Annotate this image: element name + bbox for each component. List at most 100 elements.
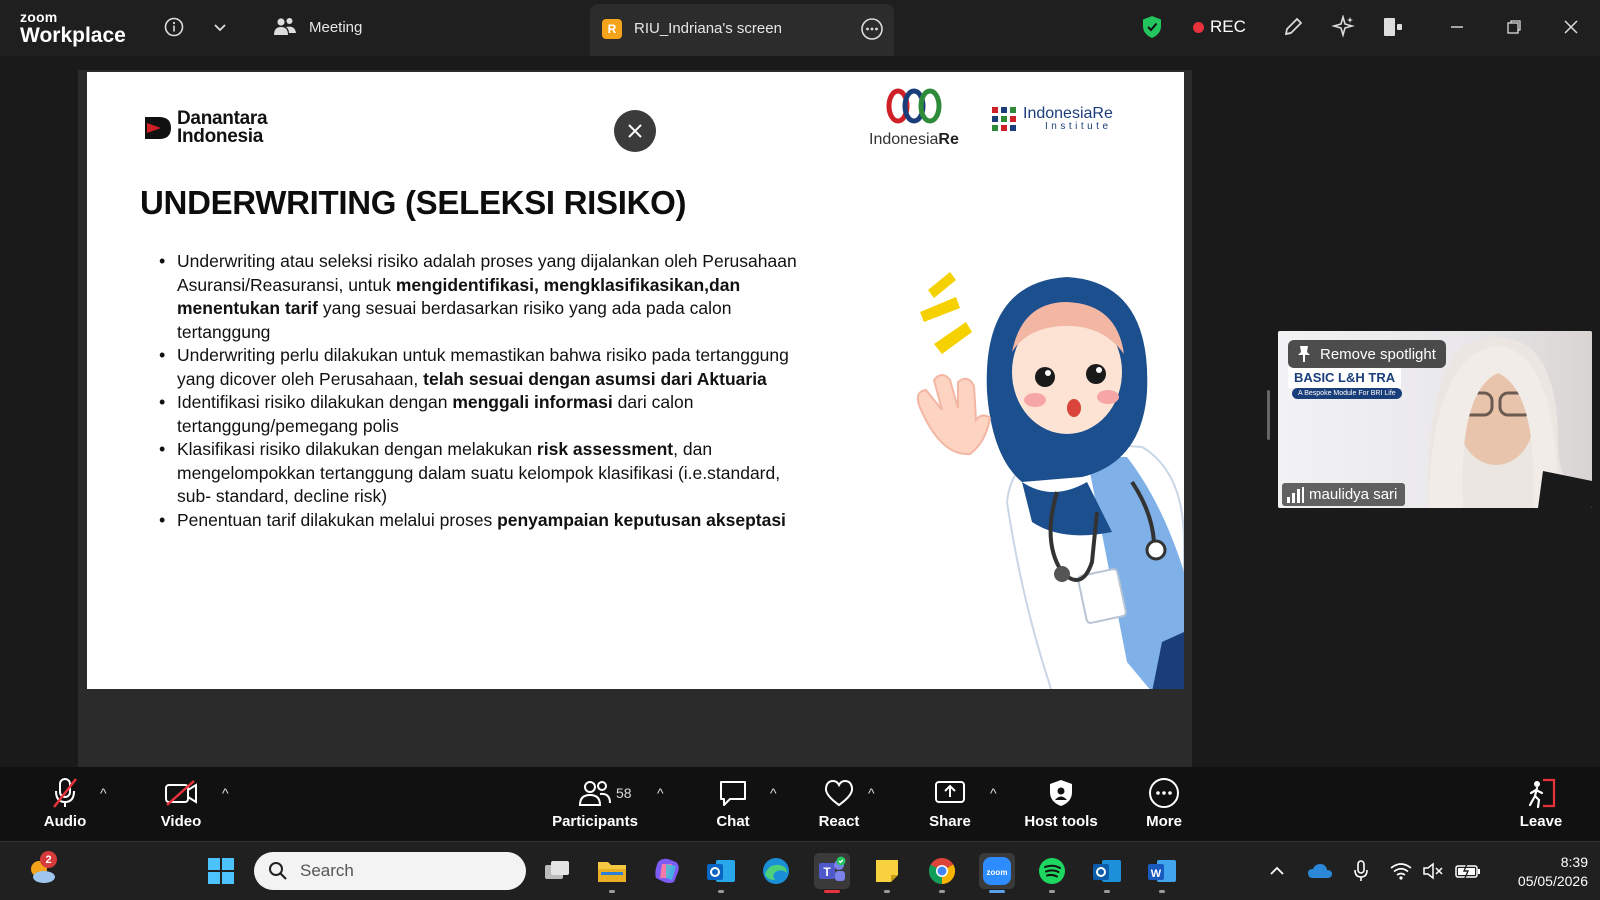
minimize-icon[interactable] — [1444, 14, 1470, 40]
zoom-titlebar: zoom Workplace Meeting R RIU_Indriana's … — [0, 0, 1600, 56]
participants-icon — [578, 777, 612, 809]
outlook-new-icon[interactable] — [1089, 853, 1125, 893]
wifi-icon[interactable] — [1387, 853, 1415, 889]
running-indicator — [1049, 890, 1055, 893]
muted-mic-icon — [51, 777, 79, 809]
chat-label: Chat — [716, 813, 750, 830]
danantara-logo: Danantara Indonesia — [143, 109, 268, 148]
leave-button[interactable]: Leave — [1493, 777, 1589, 830]
brand-small-text: zoom — [20, 9, 58, 25]
running-indicator — [1104, 890, 1110, 893]
zoom-app-icon[interactable]: zoom — [979, 853, 1015, 893]
teams-icon[interactable]: T — [814, 853, 850, 893]
microphone-icon[interactable] — [1348, 853, 1374, 889]
spotify-icon[interactable] — [1034, 853, 1070, 893]
more-options-icon[interactable] — [860, 17, 884, 46]
sharer-avatar-badge: R — [602, 19, 622, 39]
sticky-notes-icon[interactable] — [869, 853, 905, 893]
audio-label: Audio — [43, 813, 87, 830]
onedrive-cloud-icon[interactable] — [1305, 853, 1335, 889]
video-banner-subtitle: A Bespoke Module For BRI Life — [1292, 388, 1402, 399]
participant-video-tile[interactable]: BASIC L&H TRA A Bespoke Module For BRI L… — [1278, 331, 1592, 508]
shared-screen-name: RIU_Indriana's screen — [634, 20, 782, 37]
volume-muted-icon[interactable] — [1419, 853, 1447, 889]
close-icon[interactable] — [614, 110, 656, 152]
share-screen-icon — [934, 777, 966, 809]
meeting-people-icon[interactable] — [272, 14, 298, 40]
host-tools-button[interactable]: Host tools — [1016, 777, 1106, 830]
word-icon[interactable]: W — [1144, 853, 1180, 893]
view-layout-icon[interactable] — [1380, 14, 1406, 40]
search-icon — [269, 862, 287, 880]
meeting-tab-label[interactable]: Meeting — [309, 19, 362, 36]
share-button[interactable]: Share — [905, 777, 995, 830]
recording-indicator[interactable]: REC — [1193, 17, 1246, 37]
task-view-icon[interactable] — [539, 853, 575, 889]
copilot-icon[interactable] — [649, 853, 685, 889]
running-indicator — [989, 890, 1005, 893]
slide-title: UNDERWRITING (SELEKSI RISIKO) — [140, 184, 687, 221]
windows-taskbar: 2 Search T zoom W 8:39 05/05/2026 — [0, 841, 1600, 900]
more-dots-icon — [1148, 777, 1180, 809]
annotate-pencil-icon[interactable] — [1280, 14, 1306, 40]
panel-resize-handle[interactable] — [1267, 390, 1270, 440]
windows-start-icon[interactable] — [203, 853, 239, 889]
running-indicator — [939, 890, 945, 893]
outlook-icon[interactable] — [703, 853, 739, 893]
audio-options-caret-icon[interactable]: ^ — [100, 785, 107, 801]
running-indicator — [824, 890, 840, 893]
file-explorer-icon[interactable] — [594, 853, 630, 893]
chrome-icon[interactable] — [924, 853, 960, 893]
react-options-caret-icon[interactable]: ^ — [868, 785, 875, 801]
participant-name-tag: maulidya sari — [1282, 483, 1406, 506]
svg-text:zoom: zoom — [987, 868, 1008, 877]
indonesia-re-rings-icon — [886, 88, 942, 124]
presentation-slide: Danantara Indonesia IndonesiaRe Indonesi… — [87, 72, 1184, 689]
share-label: Share — [929, 813, 971, 830]
participant-name: maulidya sari — [1309, 486, 1398, 503]
share-options-caret-icon[interactable]: ^ — [990, 785, 997, 801]
battery-charging-icon[interactable] — [1452, 853, 1484, 889]
rec-label: REC — [1210, 17, 1246, 36]
running-indicator — [1159, 890, 1165, 893]
close-window-icon[interactable] — [1558, 14, 1584, 40]
meeting-controls-bar: Audio ^ Video ^ Participants 58 ^ Chat ^… — [0, 767, 1600, 841]
danantara-line2: Indonesia — [177, 126, 263, 148]
participants-options-caret-icon[interactable]: ^ — [657, 785, 664, 801]
leave-label: Leave — [1519, 813, 1563, 830]
chat-button[interactable]: Chat — [688, 777, 778, 830]
bullet-bold-text: telah sesuai dengan asumsi dari Aktuaria — [423, 368, 767, 389]
chevron-down-icon[interactable] — [207, 14, 233, 40]
ai-companion-icon[interactable] — [1330, 14, 1356, 40]
taskbar-clock[interactable]: 8:39 05/05/2026 — [1518, 853, 1588, 891]
info-icon[interactable] — [161, 14, 187, 40]
doctor-hijab-illustration — [916, 272, 1184, 689]
video-button[interactable]: Video — [136, 777, 226, 830]
show-hidden-icons-chevron-icon[interactable] — [1264, 853, 1290, 889]
bullet-text: Identifikasi risiko dilakukan dengan — [177, 392, 453, 412]
bullet-bold-text: risk assessment — [536, 439, 674, 459]
remove-spotlight-button[interactable]: Remove spotlight — [1288, 340, 1446, 368]
search-placeholder: Search — [300, 861, 354, 880]
signal-bars-icon — [1287, 486, 1304, 503]
danantara-mark-icon — [145, 117, 171, 140]
video-options-caret-icon[interactable]: ^ — [222, 785, 229, 801]
clock-date: 05/05/2026 — [1517, 873, 1588, 889]
leave-door-icon — [1525, 777, 1557, 809]
host-shield-icon — [1048, 777, 1074, 809]
zoom-workplace-logo: zoom Workplace — [20, 10, 126, 46]
audio-button[interactable]: Audio — [20, 777, 110, 830]
video-label: Video — [160, 813, 202, 830]
more-button[interactable]: More — [1119, 777, 1209, 830]
running-indicator — [609, 890, 615, 893]
react-label: React — [818, 813, 860, 830]
encryption-shield-icon[interactable] — [1139, 14, 1165, 40]
taskbar-search-box[interactable]: Search — [254, 852, 526, 890]
bullet-item: Penentuan tarif dilakukan melalui proses… — [159, 509, 799, 533]
indonesia-re-institute-logo: IndonesiaRe Institute — [991, 106, 1113, 132]
bullet-item: Identifikasi risiko dilakukan dengan men… — [159, 391, 799, 438]
chat-options-caret-icon[interactable]: ^ — [770, 785, 777, 801]
restore-window-icon[interactable] — [1501, 14, 1527, 40]
edge-browser-icon[interactable] — [758, 853, 794, 889]
shared-screen-tab[interactable]: R RIU_Indriana's screen — [590, 4, 894, 56]
